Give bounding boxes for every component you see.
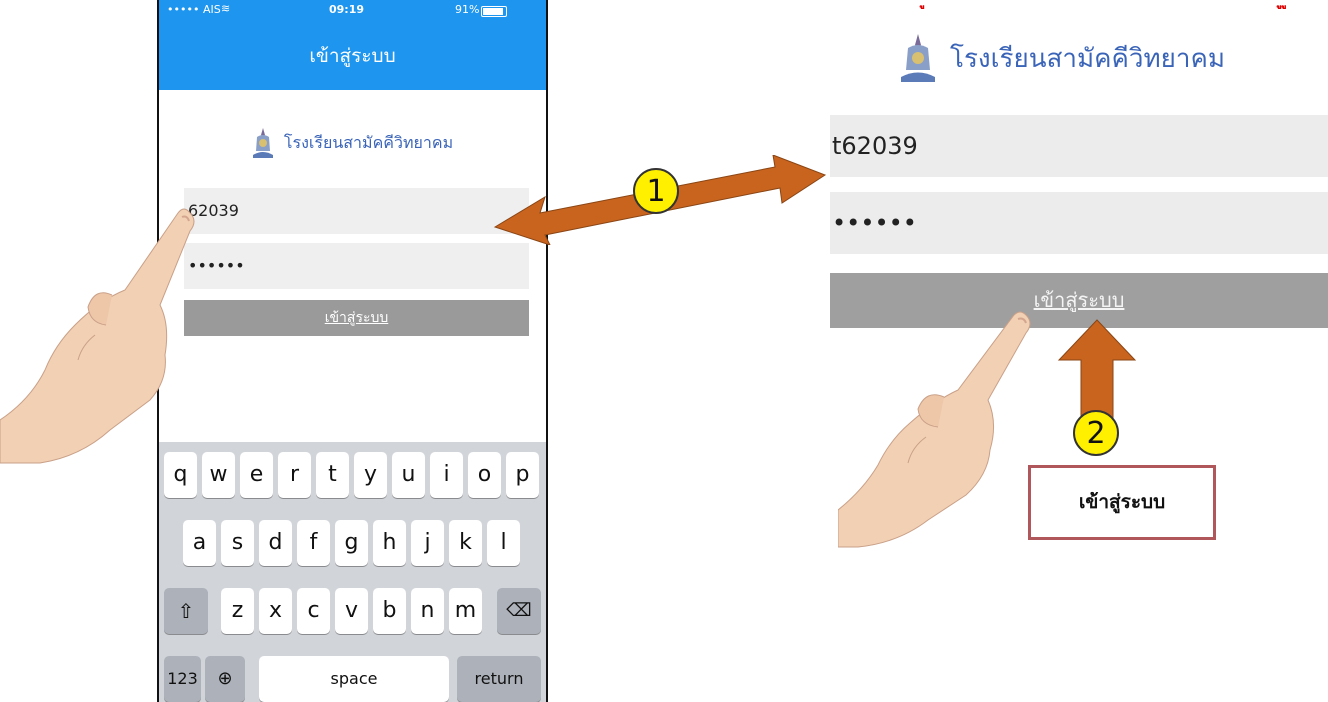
nav-bar: เข้าสู่ระบบ: [159, 22, 546, 90]
phone-screen: ••••• AIS ≋ 09:19 91% เข้าสู่ระบบ โรงเรี…: [157, 0, 548, 702]
key-o[interactable]: o: [468, 452, 501, 498]
key-h[interactable]: h: [373, 520, 406, 566]
nav-title: เข้าสู่ระบบ: [309, 45, 396, 67]
backspace-key[interactable]: ⌫: [497, 588, 541, 634]
key-d[interactable]: d: [259, 520, 292, 566]
wifi-icon: ≋: [221, 2, 231, 15]
pointing-hand-left: [0, 208, 195, 464]
zoom-school-header: โรงเรียนสามัคคีวิทยาคม: [900, 30, 1280, 86]
return-key[interactable]: return: [457, 656, 541, 702]
key-t[interactable]: t: [316, 452, 349, 498]
key-j[interactable]: j: [411, 520, 444, 566]
school-name: โรงเรียนสามัคคีวิทยาคม: [283, 132, 454, 152]
shift-key[interactable]: ⇧: [164, 588, 208, 634]
zoom-school-name: โรงเรียนสามัคคีวิทยาคม: [950, 43, 1225, 74]
key-s[interactable]: s: [221, 520, 254, 566]
zoom-username-value: t62039: [832, 132, 918, 160]
key-w[interactable]: w: [202, 452, 235, 498]
zoom-login-button-label: เข้าสู่ระบบ: [1033, 288, 1125, 312]
login-button-label: เข้าสู่ระบบ: [324, 310, 389, 326]
key-c[interactable]: c: [297, 588, 330, 634]
space-key[interactable]: space: [259, 656, 449, 702]
login-button[interactable]: เข้าสู่ระบบ: [184, 300, 529, 336]
callout-text: เข้าสู่ระบบ: [1078, 491, 1166, 513]
zoom-password-value: ••••••: [832, 209, 917, 237]
key-x[interactable]: x: [259, 588, 292, 634]
key-u[interactable]: u: [392, 452, 425, 498]
key-n[interactable]: n: [411, 588, 444, 634]
zoom-school-logo-icon: [901, 34, 935, 82]
login-callout-label: เข้าสู่ระบบ: [1028, 465, 1216, 540]
key-y[interactable]: y: [354, 452, 387, 498]
backspace-icon: ⌫: [506, 600, 532, 621]
key-m[interactable]: m: [449, 588, 482, 634]
username-input[interactable]: 62039: [184, 188, 529, 234]
pointing-hand-right: [838, 311, 1031, 548]
key-k[interactable]: k: [449, 520, 482, 566]
key-z[interactable]: z: [221, 588, 254, 634]
carrier-label: ••••• AIS: [167, 3, 221, 16]
battery-icon: [481, 6, 507, 17]
shift-icon: ⇧: [177, 599, 195, 623]
status-time: 09:19: [329, 3, 365, 16]
password-input[interactable]: ••••••: [184, 243, 529, 289]
key-v[interactable]: v: [335, 588, 368, 634]
globe-icon: ⊕: [217, 668, 233, 689]
key-g[interactable]: g: [335, 520, 368, 566]
key-l[interactable]: l: [487, 520, 520, 566]
cropped-text-right-2: ู ู: [1282, 0, 1287, 9]
key-p[interactable]: p: [506, 452, 539, 498]
step-2-badge: 2: [1073, 410, 1119, 456]
key-i[interactable]: i: [430, 452, 463, 498]
battery-percent: 91%: [455, 3, 480, 16]
numbers-key[interactable]: 123: [164, 656, 201, 702]
key-e[interactable]: e: [240, 452, 273, 498]
key-a[interactable]: a: [183, 520, 216, 566]
key-r[interactable]: r: [278, 452, 311, 498]
key-b[interactable]: b: [373, 588, 406, 634]
status-bar: ••••• AIS ≋ 09:19 91%: [159, 0, 546, 22]
globe-key[interactable]: ⊕: [205, 656, 245, 702]
step-1-badge: 1: [633, 168, 679, 214]
zoom-password-input[interactable]: ••••••: [830, 192, 1328, 254]
school-logo-icon: [252, 128, 273, 158]
school-header: โรงเรียนสามัคคีวิทยาคม: [159, 123, 546, 163]
zoom-username-input[interactable]: t62039: [830, 115, 1328, 177]
key-f[interactable]: f: [297, 520, 330, 566]
keyboard: q w e r t y u i o p a s d f g h j k l ⇧ …: [159, 442, 546, 702]
